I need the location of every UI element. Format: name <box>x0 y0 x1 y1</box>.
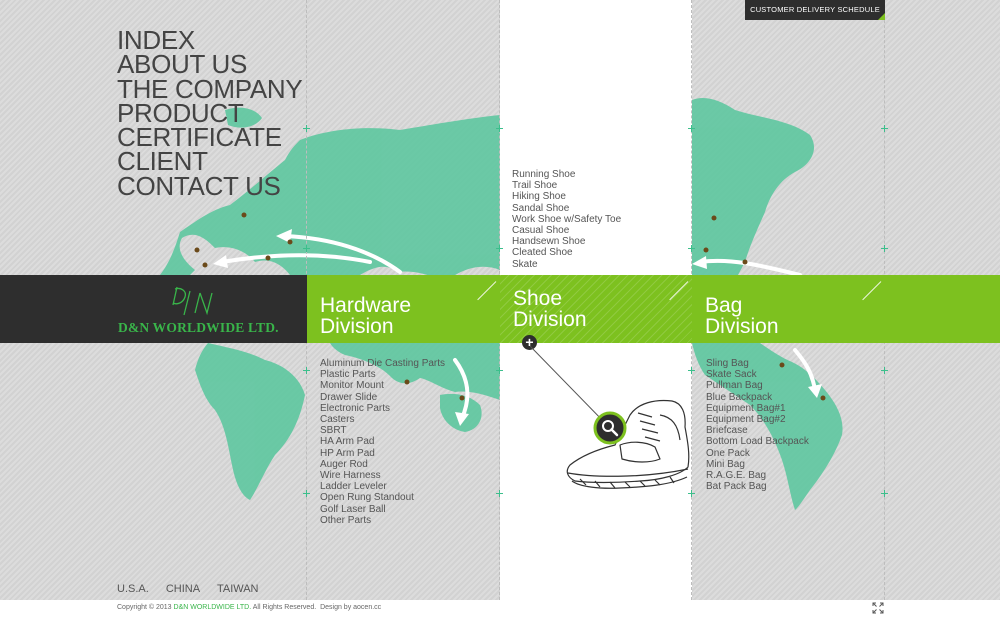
design-credit[interactable]: Design by aocen.cc <box>320 604 381 611</box>
country-taiwan[interactable]: TAIWAN <box>217 583 259 595</box>
list-item[interactable]: Blue Backpack <box>706 392 809 403</box>
cross-marker <box>303 245 310 252</box>
monogram-icon <box>172 286 213 316</box>
cross-marker <box>496 367 503 374</box>
country-usa[interactable]: U.S.A. <box>117 583 149 595</box>
customer-delivery-schedule-button[interactable]: CUSTOMER DELIVERY SCHEDULE <box>745 0 885 20</box>
cross-marker <box>688 125 695 132</box>
cross-marker <box>496 245 503 252</box>
list-item[interactable]: Hiking Shoe <box>512 191 621 202</box>
list-item[interactable]: Equipment Bag#2 <box>706 414 809 425</box>
title-line: Division <box>320 315 394 338</box>
list-item[interactable]: Sling Bag <box>706 358 809 369</box>
copyright-prefix: Copyright © 2013 <box>117 604 172 611</box>
bag-division-band[interactable]: Bag Division <box>692 275 885 343</box>
list-item[interactable]: Work Shoe w/Safety Toe <box>512 214 621 225</box>
cross-marker <box>496 490 503 497</box>
cross-marker <box>688 245 695 252</box>
list-item[interactable]: Wire Harness <box>320 470 445 481</box>
list-item[interactable]: Electronic Parts <box>320 403 445 414</box>
title-line: Division <box>705 315 779 338</box>
list-item[interactable]: Cleated Shoe <box>512 247 621 258</box>
right-accent-band <box>885 275 1000 343</box>
list-item[interactable]: SBRT <box>320 425 445 436</box>
list-item[interactable]: Running Shoe <box>512 169 621 180</box>
cross-marker <box>881 367 888 374</box>
cross-marker <box>881 245 888 252</box>
list-item[interactable]: Other Parts <box>320 515 445 526</box>
list-item[interactable]: Trail Shoe <box>512 180 621 191</box>
list-item[interactable]: Plastic Parts <box>320 369 445 380</box>
list-item[interactable]: Skate Sack <box>706 369 809 380</box>
title-line: Shoe <box>513 287 563 310</box>
copyright: Copyright © 2013 D&N WORLDWIDE LTD. All … <box>117 604 381 611</box>
cross-marker <box>688 367 695 374</box>
diagonal-accent <box>862 281 882 301</box>
expand-icon[interactable] <box>872 602 884 614</box>
list-item[interactable]: Equipment Bag#1 <box>706 403 809 414</box>
country-list: U.S.A. CHINA TAIWAN <box>117 583 273 595</box>
country-china[interactable]: CHINA <box>166 583 200 595</box>
diagonal-accent <box>669 281 689 301</box>
list-item[interactable]: Sandal Shoe <box>512 203 621 214</box>
list-item[interactable]: One Pack <box>706 448 809 459</box>
shoe-division-title: Shoe Division <box>513 288 587 330</box>
title-line: Division <box>513 308 587 331</box>
list-item[interactable]: R.A.G.E. Bag <box>706 470 809 481</box>
company-logo[interactable]: D&N WORLDWIDE LTD. <box>115 283 280 339</box>
list-item[interactable]: Mini Bag <box>706 459 809 470</box>
list-item[interactable]: Pullman Bag <box>706 380 809 391</box>
list-item[interactable]: Casters <box>320 414 445 425</box>
list-item[interactable]: Handsewn Shoe <box>512 236 621 247</box>
bag-division-title: Bag Division <box>705 295 779 337</box>
list-item[interactable]: Open Rung Standout <box>320 492 445 503</box>
title-line: Bag <box>705 294 743 317</box>
diagonal-accent <box>477 281 497 301</box>
list-item[interactable]: HP Arm Pad <box>320 448 445 459</box>
list-item[interactable]: Aluminum Die Casting Parts <box>320 358 445 369</box>
list-item[interactable]: Skate <box>512 259 621 270</box>
list-item[interactable]: Ladder Leveler <box>320 481 445 492</box>
list-item[interactable]: Casual Shoe <box>512 225 621 236</box>
list-item[interactable]: Bat Pack Bag <box>706 481 809 492</box>
cross-marker <box>303 367 310 374</box>
corner-accent <box>878 13 885 20</box>
logo-text: D&N WORLDWIDE LTD. <box>118 320 279 335</box>
logo-band: D&N WORLDWIDE LTD. <box>0 275 307 343</box>
shoe-division-band[interactable]: Shoe Division <box>500 275 692 343</box>
list-item[interactable]: HA Arm Pad <box>320 436 445 447</box>
footer-brand: D&N WORLDWIDE LTD. <box>173 604 252 611</box>
hardware-division-band[interactable]: Hardware Division <box>307 275 500 343</box>
cross-marker <box>496 125 503 132</box>
cross-marker <box>881 125 888 132</box>
list-item[interactable]: Drawer Slide <box>320 392 445 403</box>
cross-marker <box>303 490 310 497</box>
footer: Copyright © 2013 D&N WORLDWIDE LTD. All … <box>0 600 1000 617</box>
list-item[interactable]: Bottom Load Backpack <box>706 436 809 447</box>
nav-about-us[interactable]: ABOUT US <box>117 51 302 77</box>
hardware-division-title: Hardware Division <box>320 295 411 337</box>
nav-contact-us[interactable]: CONTACT US <box>117 173 302 199</box>
list-item[interactable]: Monitor Mount <box>320 380 445 391</box>
cross-marker <box>303 125 310 132</box>
list-item[interactable]: Golf Laser Ball <box>320 504 445 515</box>
main-nav: INDEX ABOUT US THE COMPANY PRODUCT CERTI… <box>117 27 303 199</box>
hiking-shoe-illustration <box>566 399 690 489</box>
rights-text: All Rights Reserved. <box>252 604 317 611</box>
cross-marker <box>881 490 888 497</box>
list-item[interactable]: Briefcase <box>706 425 809 436</box>
hardware-product-list: Aluminum Die Casting Parts Plastic Parts… <box>320 358 445 526</box>
bag-product-list: Sling Bag Skate Sack Pullman Bag Blue Ba… <box>706 358 809 492</box>
shoe-product-list: Running Shoe Trail Shoe Hiking Shoe Sand… <box>512 169 621 270</box>
list-item[interactable]: Auger Rod <box>320 459 445 470</box>
title-line: Hardware <box>320 294 412 317</box>
magnifier-icon[interactable] <box>593 411 627 445</box>
